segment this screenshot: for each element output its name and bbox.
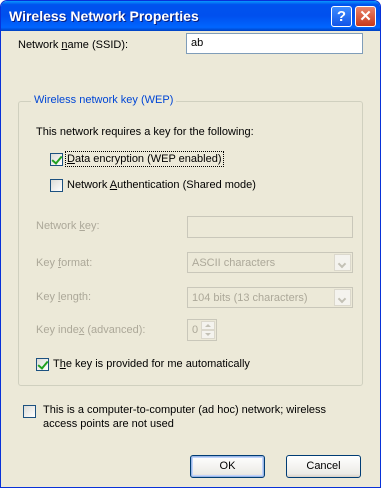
cancel-button[interactable]: Cancel (286, 455, 361, 478)
network-key-input[interactable] (187, 216, 353, 238)
key-format-value: ASCII characters (192, 257, 276, 269)
adhoc-label-line2[interactable]: access points are not used (43, 418, 174, 430)
network-auth-label[interactable]: Network Authentication (Shared mode) (67, 179, 256, 191)
key-format-dropdown[interactable]: ASCII characters (187, 252, 353, 273)
ssid-label: Network name (SSID): (18, 39, 129, 51)
close-button[interactable]: ✕ (355, 6, 376, 27)
key-length-value: 104 bits (13 characters) (192, 292, 308, 304)
data-encryption-checkbox[interactable] (50, 153, 63, 166)
help-button[interactable]: ? (331, 6, 352, 27)
spin-down-icon[interactable] (201, 330, 215, 339)
network-auth-checkbox[interactable] (50, 179, 63, 192)
key-index-spinner[interactable]: 0 (187, 319, 217, 341)
dialog-client-area: Network name (SSID): ab Wireless network… (1, 31, 380, 487)
window-title: Wireless Network Properties (9, 8, 199, 24)
requires-key-text: This network requires a key for the foll… (36, 126, 254, 138)
spin-up-icon[interactable] (201, 321, 215, 330)
auto-key-checkbox[interactable] (36, 358, 49, 371)
ok-button[interactable]: OK (190, 455, 265, 478)
key-length-label: Key length: (36, 291, 92, 303)
wireless-network-properties-dialog: Wireless Network Properties ? ✕ Network … (0, 0, 381, 488)
wep-group-title: Wireless network key (WEP) (31, 94, 177, 106)
title-bar[interactable]: Wireless Network Properties ? ✕ (1, 1, 380, 31)
adhoc-checkbox[interactable] (23, 405, 36, 418)
adhoc-label-line1[interactable]: This is a computer-to-computer (ad hoc) … (43, 404, 326, 416)
key-format-label: Key format: (36, 257, 93, 269)
chevron-down-icon[interactable] (334, 254, 351, 271)
wep-group-box (18, 101, 363, 386)
network-key-label: Network key: (36, 220, 100, 232)
auto-key-label[interactable]: The key is provided for me automatically (53, 358, 250, 370)
chevron-down-icon[interactable] (334, 289, 351, 306)
data-encryption-label[interactable]: Data encryption (WEP enabled) (65, 151, 224, 167)
key-index-value: 0 (192, 324, 199, 336)
key-index-label: Key index (advanced): (36, 324, 146, 336)
ssid-input[interactable]: ab (186, 33, 363, 54)
key-length-dropdown[interactable]: 104 bits (13 characters) (187, 287, 353, 308)
